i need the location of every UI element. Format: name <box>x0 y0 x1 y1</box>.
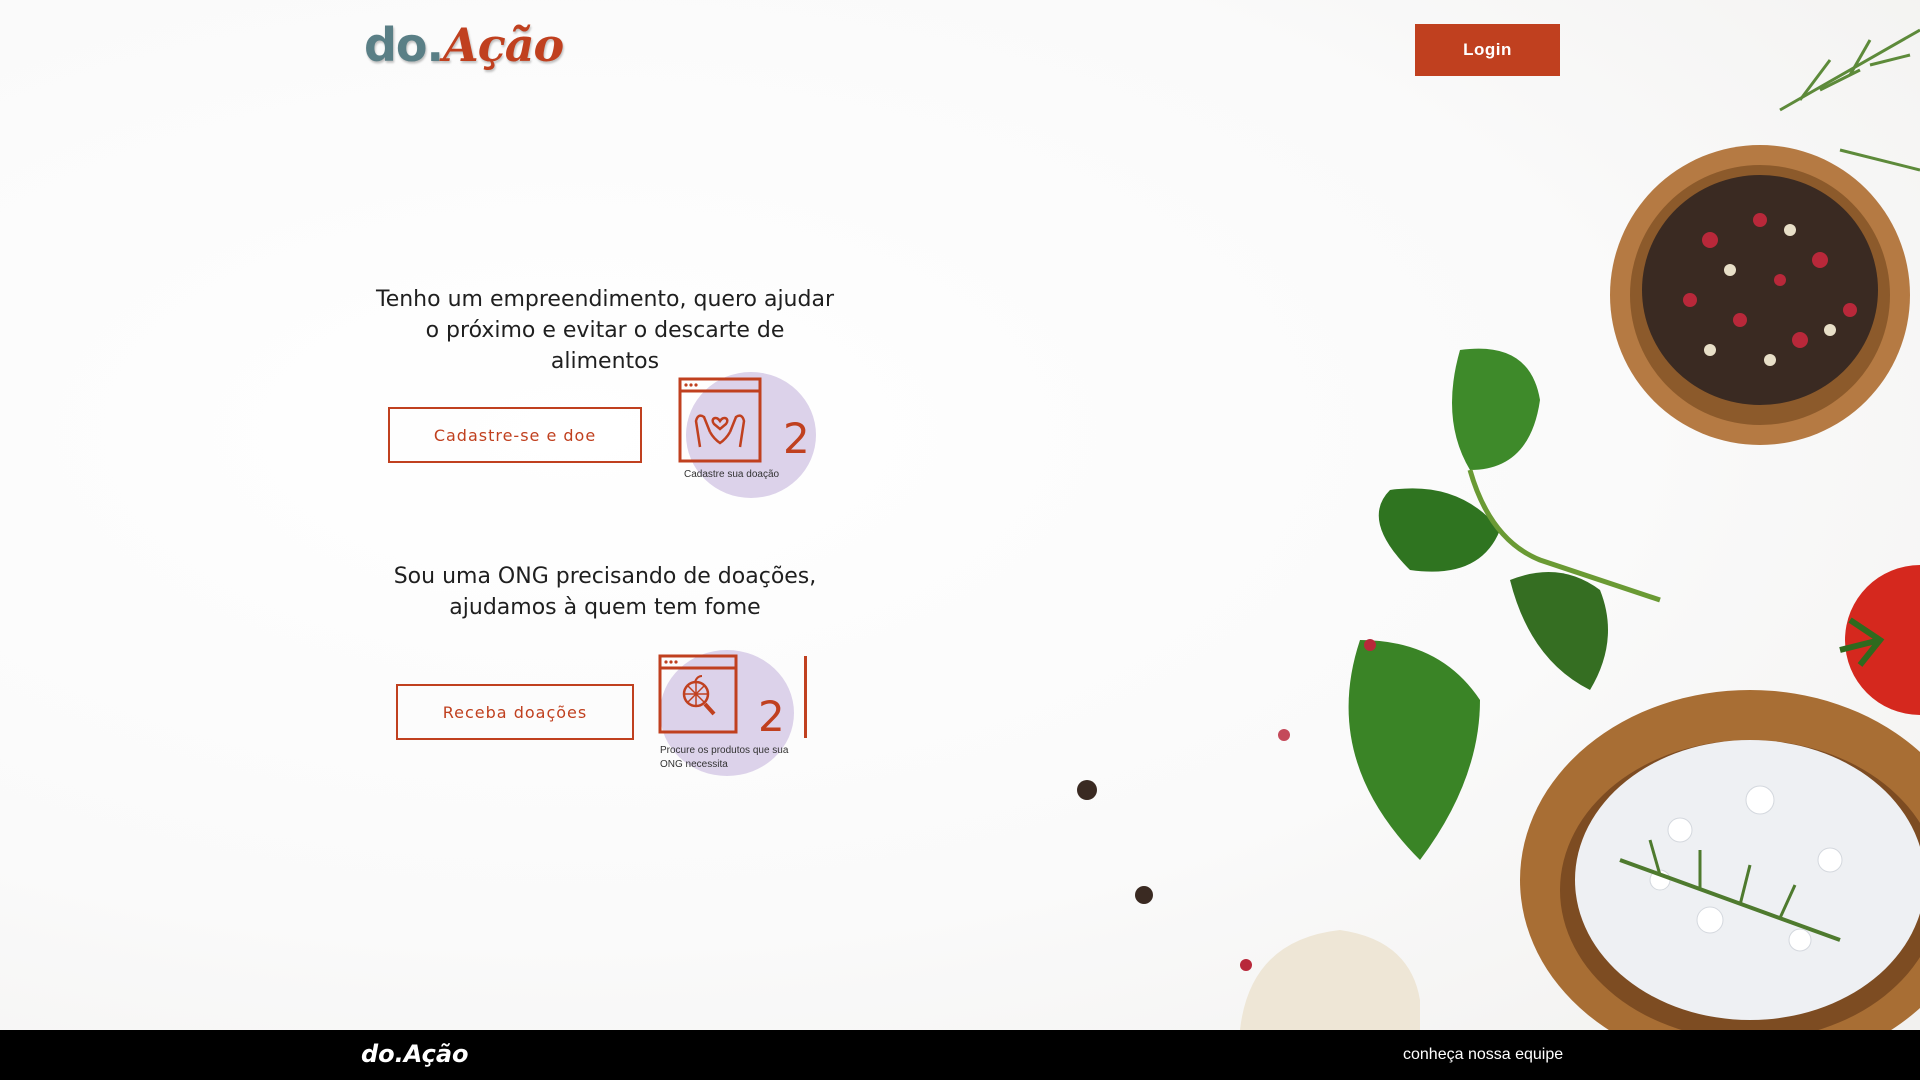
donor-description: Tenho um empreendimento, quero ajudar o … <box>376 287 834 374</box>
ong-step-number: 2 <box>758 692 785 741</box>
footer: do.Ação conheça nossa equipe <box>0 1030 1920 1080</box>
ong-step-card: 2 Procure os produtos que sua ONG necess… <box>650 648 810 778</box>
ong-step-caption: Procure os produtos que sua ONG necessit… <box>660 745 789 770</box>
donor-step-number: 2 <box>783 414 810 463</box>
logo-part1: do. <box>364 18 444 72</box>
ong-description: Sou uma ONG precisando de doações, ajuda… <box>393 564 817 620</box>
donor-step-caption: Cadastre sua doação <box>684 469 780 480</box>
food-decoration-image <box>1077 28 1920 1030</box>
team-link[interactable]: conheça nossa equipe <box>1403 1046 1563 1064</box>
register-donate-button[interactable]: Cadastre-se e doe <box>388 407 642 463</box>
hands-heart-window-icon <box>678 377 762 463</box>
donor-step-card: 2 Cadastre sua doação <box>668 370 828 500</box>
footer-logo[interactable]: do.Ação <box>361 1040 469 1068</box>
logo[interactable]: do.Ação <box>364 18 564 72</box>
logo-part2: Ação <box>443 18 564 72</box>
orange-search-window-icon <box>658 654 738 734</box>
receive-donations-button[interactable]: Receba doações <box>396 684 634 740</box>
next-step-edge <box>804 656 807 738</box>
